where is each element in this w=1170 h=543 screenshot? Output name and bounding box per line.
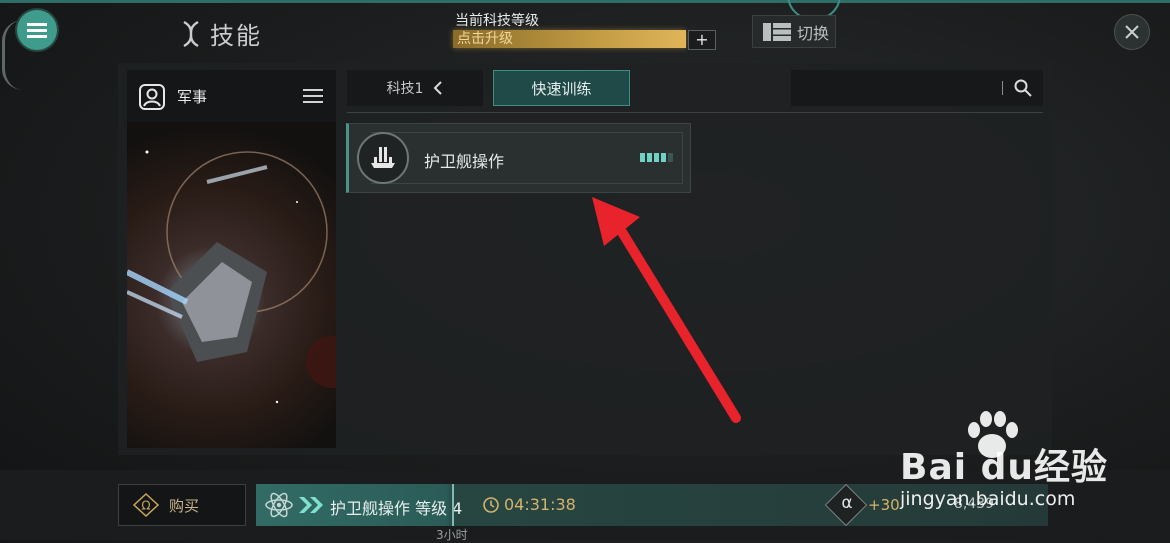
- chevron-left-icon: [434, 81, 443, 95]
- skill-level-pips: [640, 153, 673, 162]
- hamburger-icon: [27, 23, 47, 38]
- search-separator: [1002, 81, 1003, 95]
- atom-icon: [265, 492, 293, 518]
- buy-button[interactable]: Ω 购买: [118, 484, 246, 526]
- buy-label: 购买: [169, 496, 200, 515]
- main-menu-button[interactable]: [17, 10, 57, 50]
- queue-timer: 04:31:38: [504, 495, 576, 514]
- skill-name: 护卫舰操作: [424, 152, 505, 171]
- list-menu-icon[interactable]: [303, 88, 323, 104]
- page-title: 技能: [210, 22, 262, 50]
- search-box[interactable]: [791, 70, 1043, 106]
- tech-level-bar[interactable]: 点击升级: [453, 30, 686, 48]
- grid-view-icon: [763, 22, 791, 41]
- level-plus-button[interactable]: +: [688, 30, 716, 50]
- queue-duration-label: 3小时: [436, 528, 468, 542]
- svg-text:Ω: Ω: [141, 499, 150, 513]
- spaceship-artwork: [127, 122, 336, 448]
- tab-divider: [347, 112, 1043, 113]
- alpha-symbol: α: [841, 493, 853, 513]
- close-button[interactable]: [1114, 14, 1150, 50]
- tab-quick-train-label: 快速训练: [531, 79, 592, 98]
- watermark-main: Bai du经验: [900, 447, 1109, 488]
- level-pip: [668, 153, 673, 162]
- tab-quick-train[interactable]: 快速训练: [493, 70, 630, 106]
- queue-progress-marker: [452, 484, 454, 526]
- category-header: 军事: [127, 70, 336, 122]
- category-title: 军事: [177, 88, 208, 106]
- omega-icon: Ω: [133, 493, 159, 517]
- level-pip: [647, 153, 652, 162]
- watermark-url: jingyan.baidu.com: [900, 488, 1076, 510]
- upgrade-prompt: 点击升级: [457, 31, 513, 47]
- search-icon[interactable]: [1013, 78, 1033, 98]
- close-icon: [1125, 25, 1139, 39]
- top-accent-line: [0, 0, 1170, 3]
- category-card[interactable]: 军事: [127, 70, 336, 448]
- level-pip: [654, 153, 659, 162]
- page-title-group: 技能: [180, 16, 262, 51]
- skill-card-frame: [371, 132, 683, 184]
- clock-icon: [483, 497, 499, 513]
- skill-card[interactable]: 护卫舰操作: [346, 123, 691, 193]
- spaceship-scene: [127, 150, 336, 404]
- military-icon: [139, 84, 165, 110]
- tab-tech-1[interactable]: 科技1: [347, 70, 483, 106]
- queue-skill-text: 护卫舰操作 等级 4: [330, 499, 463, 518]
- dna-icon: [183, 20, 199, 47]
- level-pip: [640, 153, 645, 162]
- level-pip: [661, 153, 666, 162]
- tech-level-label: 当前科技等级: [455, 13, 539, 29]
- switch-label: 切换: [797, 23, 830, 43]
- switch-button[interactable]: 切换: [752, 15, 836, 48]
- tab-tech-1-label: 科技1: [386, 81, 424, 97]
- frigate-icon: [357, 132, 409, 184]
- bonus-value: +30: [868, 496, 900, 514]
- double-chevron-icon: [299, 497, 323, 513]
